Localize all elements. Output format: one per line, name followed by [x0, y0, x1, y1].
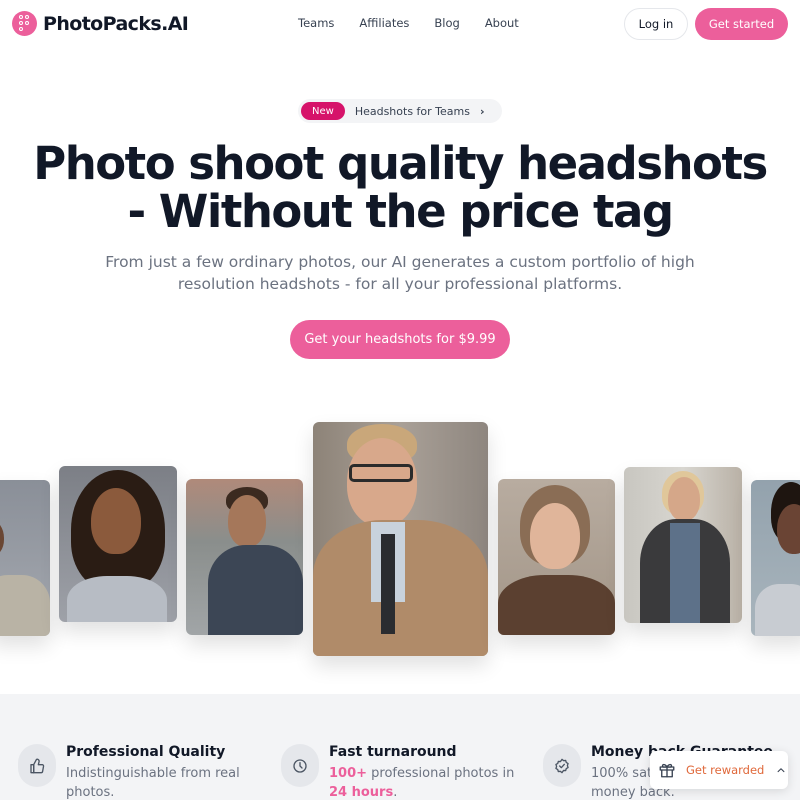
- top-navbar: PhotoPacks.AI Teams Affiliates Blog Abou…: [0, 0, 800, 48]
- chevron-up-icon[interactable]: [776, 765, 786, 775]
- highlight-time: 24 hours: [329, 785, 394, 800]
- headshot-photo: [0, 480, 50, 636]
- nav-link-affiliates[interactable]: Affiliates: [359, 16, 409, 30]
- brand-name: PhotoPacks.AI: [43, 12, 189, 35]
- chevron-right-icon: ›: [479, 104, 485, 118]
- hero-title: Photo shoot quality headshots - Without …: [0, 140, 800, 236]
- badge-check-icon: [543, 744, 581, 787]
- headshot-photo: [186, 479, 303, 635]
- highlight-count: 100+: [329, 766, 368, 781]
- headshot-photo: [313, 422, 488, 656]
- nav-link-teams[interactable]: Teams: [298, 16, 334, 30]
- nav-links: Teams Affiliates Blog About: [298, 16, 544, 30]
- brand-logo[interactable]: PhotoPacks.AI: [12, 11, 189, 36]
- announcement-text: Headshots for Teams: [354, 104, 470, 118]
- hero-subtitle: From just a few ordinary photos, our AI …: [105, 253, 695, 293]
- login-button[interactable]: Log in: [624, 8, 688, 40]
- feature-title: Professional Quality: [66, 744, 226, 760]
- announcement-pill[interactable]: New Headshots for Teams ›: [298, 99, 502, 123]
- desc-end: .: [393, 785, 398, 800]
- get-started-button[interactable]: Get started: [695, 8, 788, 40]
- new-badge: New: [301, 102, 345, 120]
- get-headshots-button[interactable]: Get your headshots for $9.99: [290, 320, 510, 359]
- headshot-photo: [624, 467, 742, 623]
- hero-title-line1: Photo shoot quality headshots: [33, 137, 768, 190]
- clock-icon: [281, 744, 319, 787]
- get-rewarded-widget[interactable]: Get rewarded: [650, 751, 788, 789]
- hero-title-line2: - Without the price tag: [127, 185, 674, 238]
- thumbs-up-icon: [18, 744, 56, 787]
- nav-link-about[interactable]: About: [485, 16, 519, 30]
- get-rewarded-label: Get rewarded: [686, 763, 765, 777]
- feature-desc: 100+ professional photos in 24 hours.: [329, 764, 519, 800]
- headshot-photo: [59, 466, 177, 622]
- feature-desc: Indistinguishable from real photos.: [66, 766, 240, 800]
- feature-title: Fast turnaround: [329, 744, 457, 760]
- gift-icon: [659, 763, 675, 778]
- desc-text: professional photos in: [367, 766, 515, 781]
- headshot-photo: [498, 479, 615, 635]
- nav-link-blog[interactable]: Blog: [434, 16, 459, 30]
- logo-icon: [12, 11, 37, 36]
- headshot-photo: [751, 480, 800, 636]
